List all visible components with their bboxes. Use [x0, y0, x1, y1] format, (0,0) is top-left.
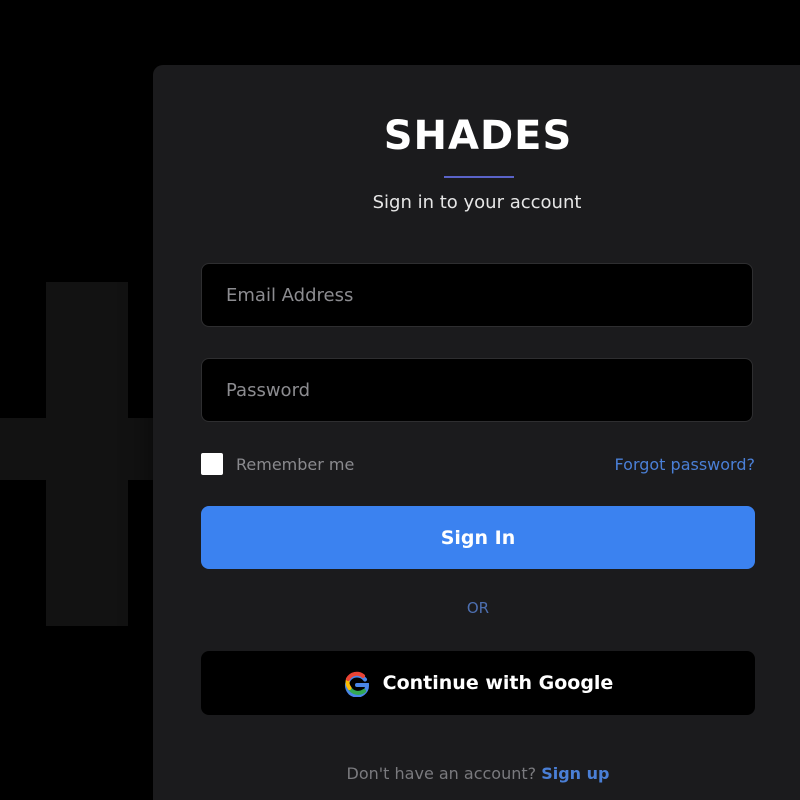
remember-me-label[interactable]: Remember me: [236, 452, 354, 478]
email-field[interactable]: [201, 263, 753, 327]
login-page: SHADES Sign in to your account Remember …: [0, 0, 800, 800]
brand-underline: [444, 176, 514, 178]
password-field[interactable]: [201, 358, 753, 422]
google-button-label: Continue with Google: [382, 672, 614, 694]
or-divider: OR: [466, 599, 490, 617]
signup-prompt: Don't have an account?: [346, 764, 542, 783]
background-letter-decoration: [0, 418, 160, 480]
remember-me-checkbox[interactable]: [201, 453, 223, 475]
brand-logo: SHADES: [383, 113, 573, 159]
continue-with-google-button[interactable]: Continue with Google: [201, 651, 755, 715]
forgot-password-link[interactable]: Forgot password?: [615, 452, 755, 478]
page-subtitle: Sign in to your account: [372, 192, 582, 213]
signup-row: Don't have an account? Sign up: [201, 761, 755, 787]
remember-row: Remember me Forgot password?: [201, 452, 755, 478]
sign-up-link[interactable]: Sign up: [541, 764, 609, 783]
google-icon: [343, 669, 371, 698]
sign-in-button[interactable]: Sign In: [201, 506, 755, 569]
